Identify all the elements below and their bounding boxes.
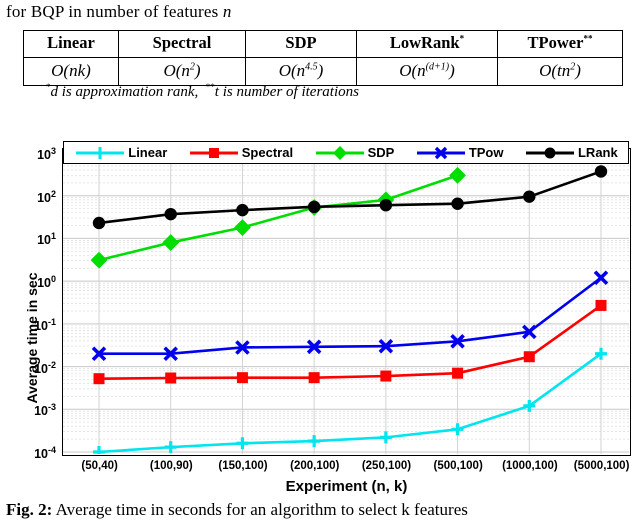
x-tick-label: (5000,100) (573, 460, 630, 472)
table-header-spectral: Spectral (118, 30, 246, 58)
y-tick-label: 101 (37, 231, 56, 248)
y-tick-label: 10-4 (34, 444, 56, 462)
x-axis-label: Experiment (n, k) (285, 478, 408, 495)
y-axis-ticks: 10-4 10-3 10-2 10-1 100 101 102 103 (0, 140, 60, 470)
legend-label-sdp: SDP (367, 145, 395, 160)
table-header-sdp-label: SDP (285, 33, 317, 52)
legend-item-spectral[interactable]: Spectral (188, 145, 293, 161)
intro-text-variable: n (222, 2, 232, 21)
table-header-lowrank: LowRank* (356, 30, 498, 58)
table-header-sdp: SDP (245, 30, 357, 58)
chart-legend: Linear Spectral SDP TPow LRank (63, 141, 629, 164)
y-tick-label: 10-1 (34, 316, 56, 333)
plot-area (62, 148, 631, 458)
legend-label-lrank: LRank (577, 145, 618, 160)
table-header-linear: Linear (23, 30, 119, 58)
legend-label-spectral: Spectral (241, 145, 294, 160)
cell0-base: O(n (51, 60, 78, 80)
y-tick-label: 100 (37, 274, 56, 291)
cell1-tail: ) (194, 60, 201, 80)
cell3-base: O(n (399, 60, 426, 80)
x-tick-label: (250,100) (361, 460, 412, 472)
legend-swatch-lrank (525, 147, 574, 158)
figure-page: for BQP in number of features n Linear S… (0, 0, 640, 522)
table-cell-tpower-complexity: O(tn2) (497, 57, 623, 86)
figure-caption: Fig. 2: Average time in seconds for an a… (6, 500, 468, 520)
table-header-lowrank-mark: * (459, 33, 465, 44)
y-tick-label: 10-2 (34, 359, 56, 376)
table-header-tpower-label: TPower (527, 33, 584, 52)
footnote-text-2: t is number of iterations (214, 84, 359, 100)
footnote-mark-2: ** (205, 82, 215, 92)
legend-swatch-tpow (416, 146, 465, 159)
table-header-tpower-mark: ** (583, 33, 593, 44)
cell1-base: O(n (163, 60, 190, 80)
cell0-tail: k) (77, 60, 91, 80)
table-header-tpower: TPower** (497, 30, 623, 58)
cell3-sup: (d+1) (425, 60, 450, 72)
x-tick-label: (150,100) (218, 460, 268, 472)
table-header-row: Linear Spectral SDP LowRank* TPower** (23, 30, 623, 58)
table-header-lowrank-label: LowRank (389, 33, 460, 52)
figure-caption-text: Average time in seconds for an algorithm… (55, 500, 468, 519)
table-header-linear-label: Linear (47, 33, 95, 52)
x-tick-label: (100,90) (149, 460, 193, 472)
cell4-base: O(tn (539, 60, 571, 80)
legend-swatch-spectral (189, 147, 238, 158)
y-tick-label: 10-3 (34, 402, 56, 419)
legend-item-lrank[interactable]: LRank (524, 145, 618, 161)
cell2-sup: 4.5 (305, 60, 318, 72)
complexity-table: Linear Spectral SDP LowRank* TPower** O(… (23, 30, 623, 86)
table-header-spectral-label: Spectral (152, 33, 212, 52)
intro-text: for BQP in number of features n (6, 2, 232, 22)
figure-caption-label: Fig. 2: (6, 500, 53, 519)
intro-text-body: for BQP in number of features (6, 2, 223, 21)
plot-svg (63, 149, 629, 458)
x-tick-label: (200,100) (290, 460, 340, 472)
x-tick-label: (500,100) (433, 460, 483, 472)
table-footnote: *d is approximation rank, **t is number … (46, 82, 359, 101)
x-tick-label: (50,40) (81, 460, 118, 472)
footnote-text-1: d is approximation rank, (50, 84, 199, 100)
cell4-tail: ) (575, 60, 581, 80)
legend-item-tpow[interactable]: TPow (415, 145, 504, 161)
y-tick-label: 102 (37, 188, 56, 205)
cell2-tail: ) (317, 60, 324, 80)
y-tick-label: 103 (37, 145, 56, 163)
legend-item-sdp[interactable]: SDP (314, 145, 395, 161)
table-cell-lowrank-complexity: O(n(d+1)) (356, 57, 498, 86)
legend-item-linear[interactable]: Linear (74, 145, 167, 161)
cell3-tail: ) (449, 60, 455, 80)
legend-label-linear: Linear (128, 145, 168, 160)
legend-label-tpow: TPow (468, 145, 504, 160)
x-tick-label: (1000,100) (502, 460, 558, 472)
figure-chart: Average time in sec 10-4 10-3 10-2 10-1 100 1… (0, 140, 640, 495)
legend-swatch-sdp (315, 145, 364, 160)
legend-swatch-linear (76, 146, 125, 159)
cell2-base: O(n (278, 60, 306, 80)
